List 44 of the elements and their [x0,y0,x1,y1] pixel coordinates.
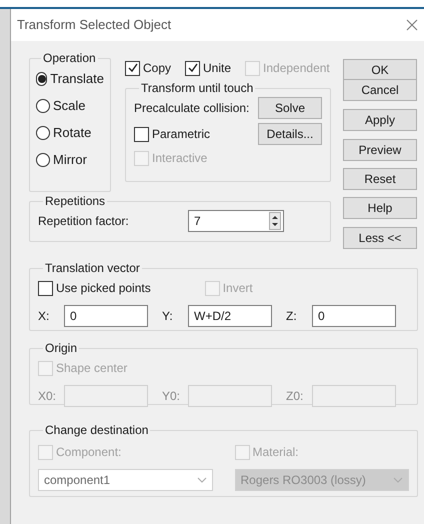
button[interactable]: Details... [258,123,322,145]
spin-box[interactable]: 7 [188,210,284,232]
field-label: Y: [162,308,174,325]
radio-label: Rotate [53,124,92,142]
group-label: Operation [42,50,97,67]
group-label: Origin [44,340,78,357]
button[interactable]: Cancel [343,79,417,101]
input-field[interactable]: 0 [312,305,396,327]
dropdown: Rogers RO3003 (lossy) [234,469,409,491]
group-label: Translation vector [44,260,141,277]
group-label: Change destination [44,422,150,439]
field-label: Y0: [162,388,182,405]
button[interactable]: Solve [258,97,322,119]
radio-label: Scale [53,97,86,116]
checkbox-label: Invert [222,280,253,297]
checkbox-label: Shape center [56,360,128,377]
group-label: Repetitions [44,193,106,210]
field-label: X0: [38,388,58,405]
checkbox-label: Material: [252,444,299,461]
checkbox-label: Parametric [152,126,210,143]
button[interactable]: OK [343,59,417,81]
button[interactable]: Apply [343,109,417,131]
window-title: Transform Selected Object [17,16,172,34]
field-label: Repetition factor: [38,213,130,230]
field-label: Precalculate collision: [134,100,250,117]
button[interactable]: Preview [343,139,417,161]
button[interactable]: Reset [343,168,417,190]
radio-label: Mirror [53,151,87,170]
checkbox-label: Independent [263,60,330,77]
field-label: Z: [286,308,298,325]
checkbox-label: Copy [143,60,172,77]
button[interactable]: Help [343,197,417,219]
input-field[interactable]: W+D/2 [188,305,272,327]
checkbox-label: Unite [203,60,232,77]
radio-label: Translate [50,70,104,88]
dropdown[interactable]: component1 [38,469,212,491]
field-label: X: [38,308,50,325]
group-label: Transform until touch [140,80,254,97]
checkbox-label: Interactive [152,150,208,167]
checkbox-label: Use picked points [56,280,151,297]
checkbox-label: Component: [56,444,122,461]
field-label: Z0: [286,388,304,405]
button[interactable]: Less << [343,227,417,249]
input-field[interactable]: 0 [64,305,148,327]
